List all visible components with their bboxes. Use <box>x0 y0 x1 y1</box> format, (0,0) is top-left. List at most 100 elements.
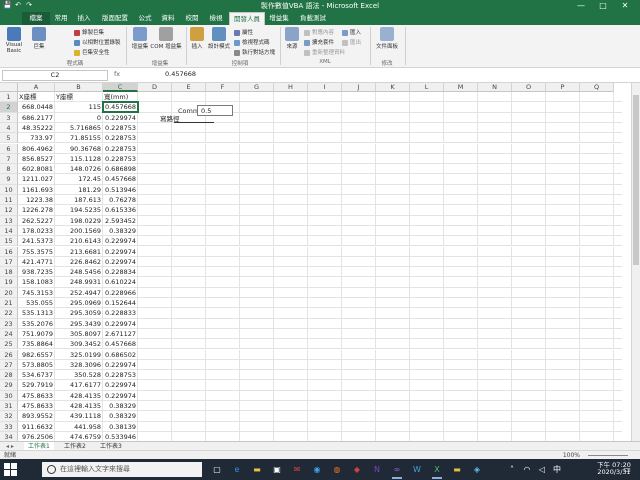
export-button[interactable]: 匯出 <box>342 38 361 46</box>
empty-cell[interactable] <box>138 122 172 133</box>
empty-cell[interactable] <box>308 421 342 432</box>
cell-a11[interactable]: 1223.38 <box>18 195 55 205</box>
empty-cell[interactable] <box>274 421 308 432</box>
empty-cell[interactable] <box>240 102 274 113</box>
row-header[interactable]: 18 <box>0 267 18 278</box>
empty-cell[interactable] <box>172 298 206 308</box>
empty-cell[interactable] <box>410 215 444 226</box>
empty-cell[interactable] <box>478 215 512 226</box>
empty-cell[interactable] <box>342 236 376 247</box>
empty-cell[interactable] <box>444 112 478 123</box>
empty-cell[interactable] <box>240 308 274 319</box>
cell-b7[interactable]: 115.1128 <box>55 153 103 164</box>
empty-cell[interactable] <box>342 287 376 298</box>
tab-formulas[interactable]: 公式 <box>134 12 156 25</box>
empty-cell[interactable] <box>172 277 206 288</box>
empty-cell[interactable] <box>376 287 410 298</box>
cell-c29[interactable]: 0.229974 <box>103 380 138 391</box>
empty-cell[interactable] <box>546 421 580 432</box>
empty-cell[interactable] <box>308 390 342 401</box>
empty-cell[interactable] <box>512 411 546 422</box>
cell-b13[interactable]: 198.0229 <box>55 215 103 226</box>
cell-b31[interactable]: 428.4135 <box>55 401 103 411</box>
empty-cell[interactable] <box>512 236 546 247</box>
empty-cell[interactable] <box>172 267 206 278</box>
cell-b15[interactable]: 210.6143 <box>55 236 103 247</box>
empty-cell[interactable] <box>478 143 512 154</box>
empty-cell[interactable] <box>546 380 580 391</box>
empty-cell[interactable] <box>308 308 342 319</box>
empty-cell[interactable] <box>580 153 614 164</box>
empty-cell[interactable] <box>410 256 444 267</box>
empty-cell[interactable] <box>580 102 614 113</box>
cell-a30[interactable]: 475.8633 <box>18 390 55 401</box>
empty-cell[interactable] <box>478 205 512 216</box>
empty-cell[interactable] <box>478 112 512 123</box>
empty-cell[interactable] <box>308 143 342 154</box>
empty-cell[interactable] <box>138 267 172 278</box>
row-header[interactable]: 12 <box>0 205 18 216</box>
cell-a9[interactable]: 1211.027 <box>18 174 55 185</box>
empty-cell[interactable] <box>478 328 512 339</box>
empty-cell[interactable] <box>206 122 240 133</box>
cell-a1[interactable]: X座標 <box>18 92 55 102</box>
cell-a18[interactable]: 938.7235 <box>18 267 55 278</box>
empty-cell[interactable] <box>274 359 308 370</box>
cell-c9[interactable]: 0.457668 <box>103 174 138 185</box>
empty-cell[interactable] <box>308 411 342 422</box>
empty-cell[interactable] <box>308 112 342 123</box>
empty-cell[interactable] <box>240 153 274 164</box>
empty-cell[interactable] <box>444 102 478 113</box>
empty-cell[interactable] <box>308 370 342 381</box>
empty-cell[interactable] <box>478 277 512 288</box>
empty-cell[interactable] <box>206 370 240 381</box>
empty-cell[interactable] <box>274 256 308 267</box>
cell-b27[interactable]: 328.3096 <box>55 359 103 370</box>
empty-cell[interactable] <box>342 164 376 175</box>
empty-cell[interactable] <box>342 102 376 113</box>
write-path-button[interactable]: 寫路徑 <box>160 115 214 124</box>
empty-cell[interactable] <box>410 359 444 370</box>
cell-a33[interactable]: 911.6632 <box>18 421 55 432</box>
empty-cell[interactable] <box>274 287 308 298</box>
tab-view[interactable]: 檢視 <box>205 12 227 25</box>
empty-cell[interactable] <box>240 390 274 401</box>
empty-cell[interactable] <box>376 133 410 144</box>
macro-security-button[interactable]: 巨集安全性 <box>74 48 110 56</box>
empty-cell[interactable] <box>376 339 410 350</box>
empty-cell[interactable] <box>240 122 274 133</box>
empty-cell[interactable] <box>546 205 580 216</box>
empty-cell[interactable] <box>274 390 308 401</box>
row-header[interactable]: 10 <box>0 184 18 195</box>
empty-cell[interactable] <box>138 328 172 339</box>
empty-cell[interactable] <box>274 133 308 144</box>
empty-cell[interactable] <box>206 401 240 411</box>
empty-cell[interactable] <box>512 133 546 144</box>
empty-cell[interactable] <box>444 370 478 381</box>
empty-cell[interactable] <box>206 380 240 391</box>
cell-a27[interactable]: 573.8805 <box>18 359 55 370</box>
empty-cell[interactable] <box>512 205 546 216</box>
row-header[interactable]: 32 <box>0 411 18 422</box>
empty-cell[interactable] <box>274 236 308 247</box>
empty-cell[interactable] <box>444 401 478 411</box>
cell-c28[interactable]: 0.228753 <box>103 370 138 381</box>
empty-cell[interactable] <box>240 401 274 411</box>
empty-cell[interactable] <box>376 370 410 381</box>
empty-cell[interactable] <box>512 164 546 175</box>
tab-load-test[interactable]: 負載測試 <box>295 12 331 25</box>
empty-cell[interactable] <box>206 308 240 319</box>
cell-a2[interactable]: 668.0448 <box>18 102 55 113</box>
cell-b18[interactable]: 248.5456 <box>55 267 103 278</box>
column-header-g[interactable]: G <box>240 83 274 92</box>
formula-input[interactable]: 0.457668 <box>165 70 196 79</box>
column-header-f[interactable]: F <box>206 83 240 92</box>
empty-cell[interactable] <box>240 256 274 267</box>
empty-cell[interactable] <box>240 236 274 247</box>
cell-c26[interactable]: 0.686502 <box>103 349 138 360</box>
empty-cell[interactable] <box>138 225 172 236</box>
empty-cell[interactable] <box>206 205 240 216</box>
empty-cell[interactable] <box>376 256 410 267</box>
empty-cell[interactable] <box>206 164 240 175</box>
empty-cell[interactable] <box>308 205 342 216</box>
